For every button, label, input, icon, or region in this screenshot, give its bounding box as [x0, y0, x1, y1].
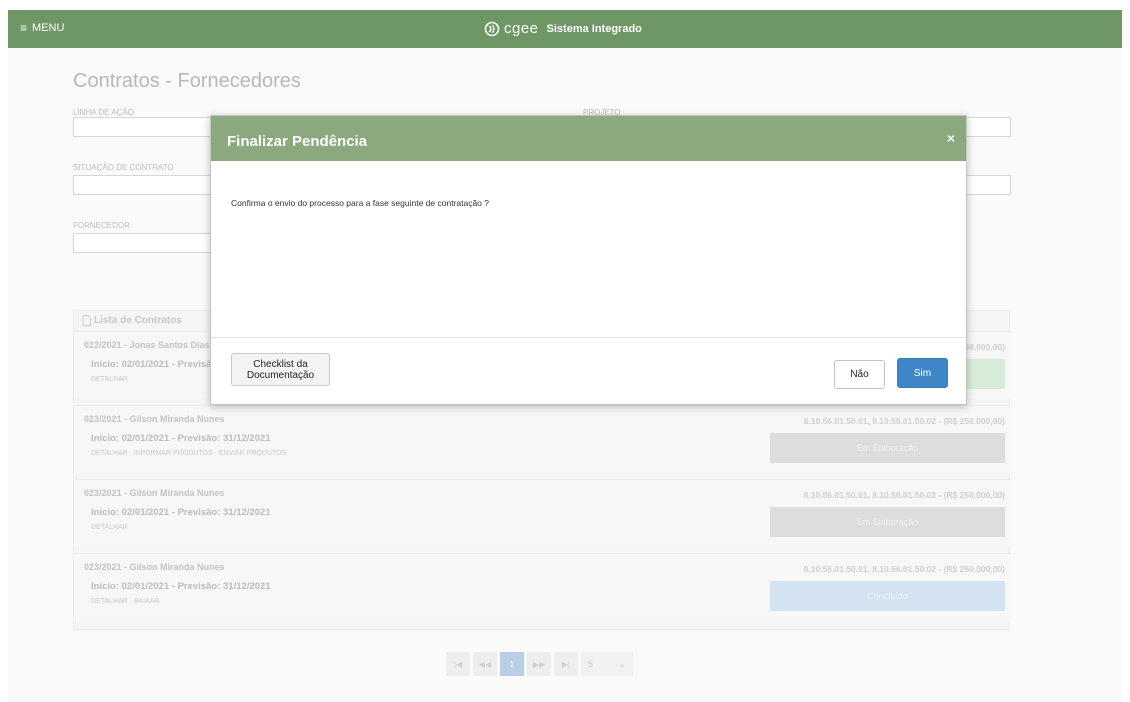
- first-page-button[interactable]: |◀: [446, 652, 470, 676]
- status-badge: Concluído: [770, 581, 1005, 611]
- filter-select-right[interactable]: [963, 175, 1011, 195]
- situacao-select[interactable]: [73, 175, 213, 195]
- status-badge: Em Elaboração: [770, 507, 1005, 537]
- brand-logo-text: cgee: [504, 20, 539, 37]
- page-size-value: 5: [588, 659, 594, 669]
- page-title: Contratos - Fornecedores: [73, 70, 301, 92]
- contract-actions: DETALHAR BAIXAR: [91, 598, 160, 605]
- fornecedor-input[interactable]: [73, 233, 213, 253]
- contract-title: 022/2021 - Jonas Santos Dias: [84, 340, 210, 350]
- situacao-label: SITUAÇÃO DE CONTRATO: [73, 163, 174, 172]
- status-badge: Em Elaboração: [770, 433, 1005, 463]
- pagination: |◀ ◀◀ 1 ▶▶ ▶| 5 ⌄: [446, 652, 633, 676]
- detalhar-link[interactable]: DETALHAR: [91, 598, 128, 605]
- contract-code: 8.10.56.01.50.01, 8.10.56.01.50.02 - (R$…: [803, 564, 1005, 574]
- hamburger-icon: ≡: [20, 21, 28, 35]
- current-page-button[interactable]: 1: [500, 652, 524, 676]
- informar-produtos-link[interactable]: INFORMAR PRODUTOS: [134, 450, 213, 457]
- contract-actions: DETALHAR: [91, 376, 128, 383]
- contract-code: 8.10.56.01.50.01, 8.10.56.01.50.02 - (R$…: [803, 416, 1005, 426]
- document-icon: [82, 315, 91, 326]
- finalizar-pendencia-modal: Finalizar Pendência × Confirma o envio d…: [210, 115, 967, 405]
- modal-message: Confirma o envio do processo para a fase…: [231, 198, 489, 208]
- menu-label: MENU: [32, 22, 65, 34]
- app-frame: ≡ MENU cgee Sistema Integrado Contratos …: [8, 10, 1122, 702]
- modal-divider: [211, 337, 966, 338]
- contract-dates: Início: 02/01/2021 - Previsão: 31/12/202…: [91, 507, 271, 518]
- modal-header: Finalizar Pendência ×: [211, 116, 966, 161]
- sim-button[interactable]: Sim: [897, 358, 948, 388]
- contract-actions: DETALHAR: [91, 524, 128, 531]
- projeto-select[interactable]: [963, 117, 1011, 137]
- checklist-button[interactable]: Checklist da Documentação: [231, 353, 330, 386]
- detalhar-link[interactable]: DETALHAR: [91, 376, 128, 383]
- enviar-produtos-link[interactable]: ENVIAR PRODUTOS: [219, 450, 287, 457]
- prev-page-button[interactable]: ◀◀: [473, 652, 497, 676]
- brand-title: Sistema Integrado: [546, 22, 642, 35]
- contract-actions: DETALHAR INFORMAR PRODUTOS ENVIAR PRODUT…: [91, 450, 286, 457]
- linha-select[interactable]: [73, 117, 213, 137]
- list-heading: Lista de Contratos: [82, 315, 182, 326]
- contract-code: 8.10.56.01.50.01, 8.10.56.01.50.02 - (R$…: [803, 490, 1005, 500]
- contract-row: 023/2021 - Gilson Miranda Nunes Início: …: [74, 479, 1011, 547]
- menu-button[interactable]: ≡ MENU: [20, 22, 64, 34]
- contract-title: 023/2021 - Gilson Miranda Nunes: [84, 562, 225, 572]
- close-icon[interactable]: ×: [947, 130, 955, 146]
- contract-row: 023/2021 - Gilson Miranda Nunes Início: …: [74, 553, 1011, 621]
- list-heading-text: Lista de Contratos: [94, 315, 182, 326]
- contract-dates: Início: 02/01/2021 - Previsão: 31/12/202…: [91, 433, 271, 444]
- top-bar: ≡ MENU cgee Sistema Integrado: [8, 10, 1122, 48]
- chevron-down-icon: ⌄: [618, 658, 626, 669]
- detalhar-link[interactable]: DETALHAR: [91, 524, 128, 531]
- contract-row: 023/2021 - Gilson Miranda Nunes Início: …: [74, 405, 1011, 473]
- baixar-link[interactable]: BAIXAR: [134, 598, 160, 605]
- cgee-logo-icon: [484, 21, 500, 36]
- brand: cgee Sistema Integrado: [484, 20, 642, 37]
- contract-title: 023/2021 - Gilson Miranda Nunes: [84, 414, 225, 424]
- fornecedor-label: FORNECEDOR: [73, 221, 130, 230]
- detalhar-link[interactable]: DETALHAR: [91, 450, 128, 457]
- last-page-button[interactable]: ▶|: [554, 652, 578, 676]
- contract-dates: Início: 02/01/2021 - Previsão: 31/12/202…: [91, 581, 271, 592]
- next-page-button[interactable]: ▶▶: [527, 652, 551, 676]
- nao-button[interactable]: Não: [834, 360, 885, 389]
- page-size-select[interactable]: 5 ⌄: [581, 652, 633, 676]
- linha-label: LINHA DE AÇÃO: [73, 108, 134, 117]
- contract-title: 023/2021 - Gilson Miranda Nunes: [84, 488, 225, 498]
- modal-title: Finalizar Pendência: [227, 133, 368, 150]
